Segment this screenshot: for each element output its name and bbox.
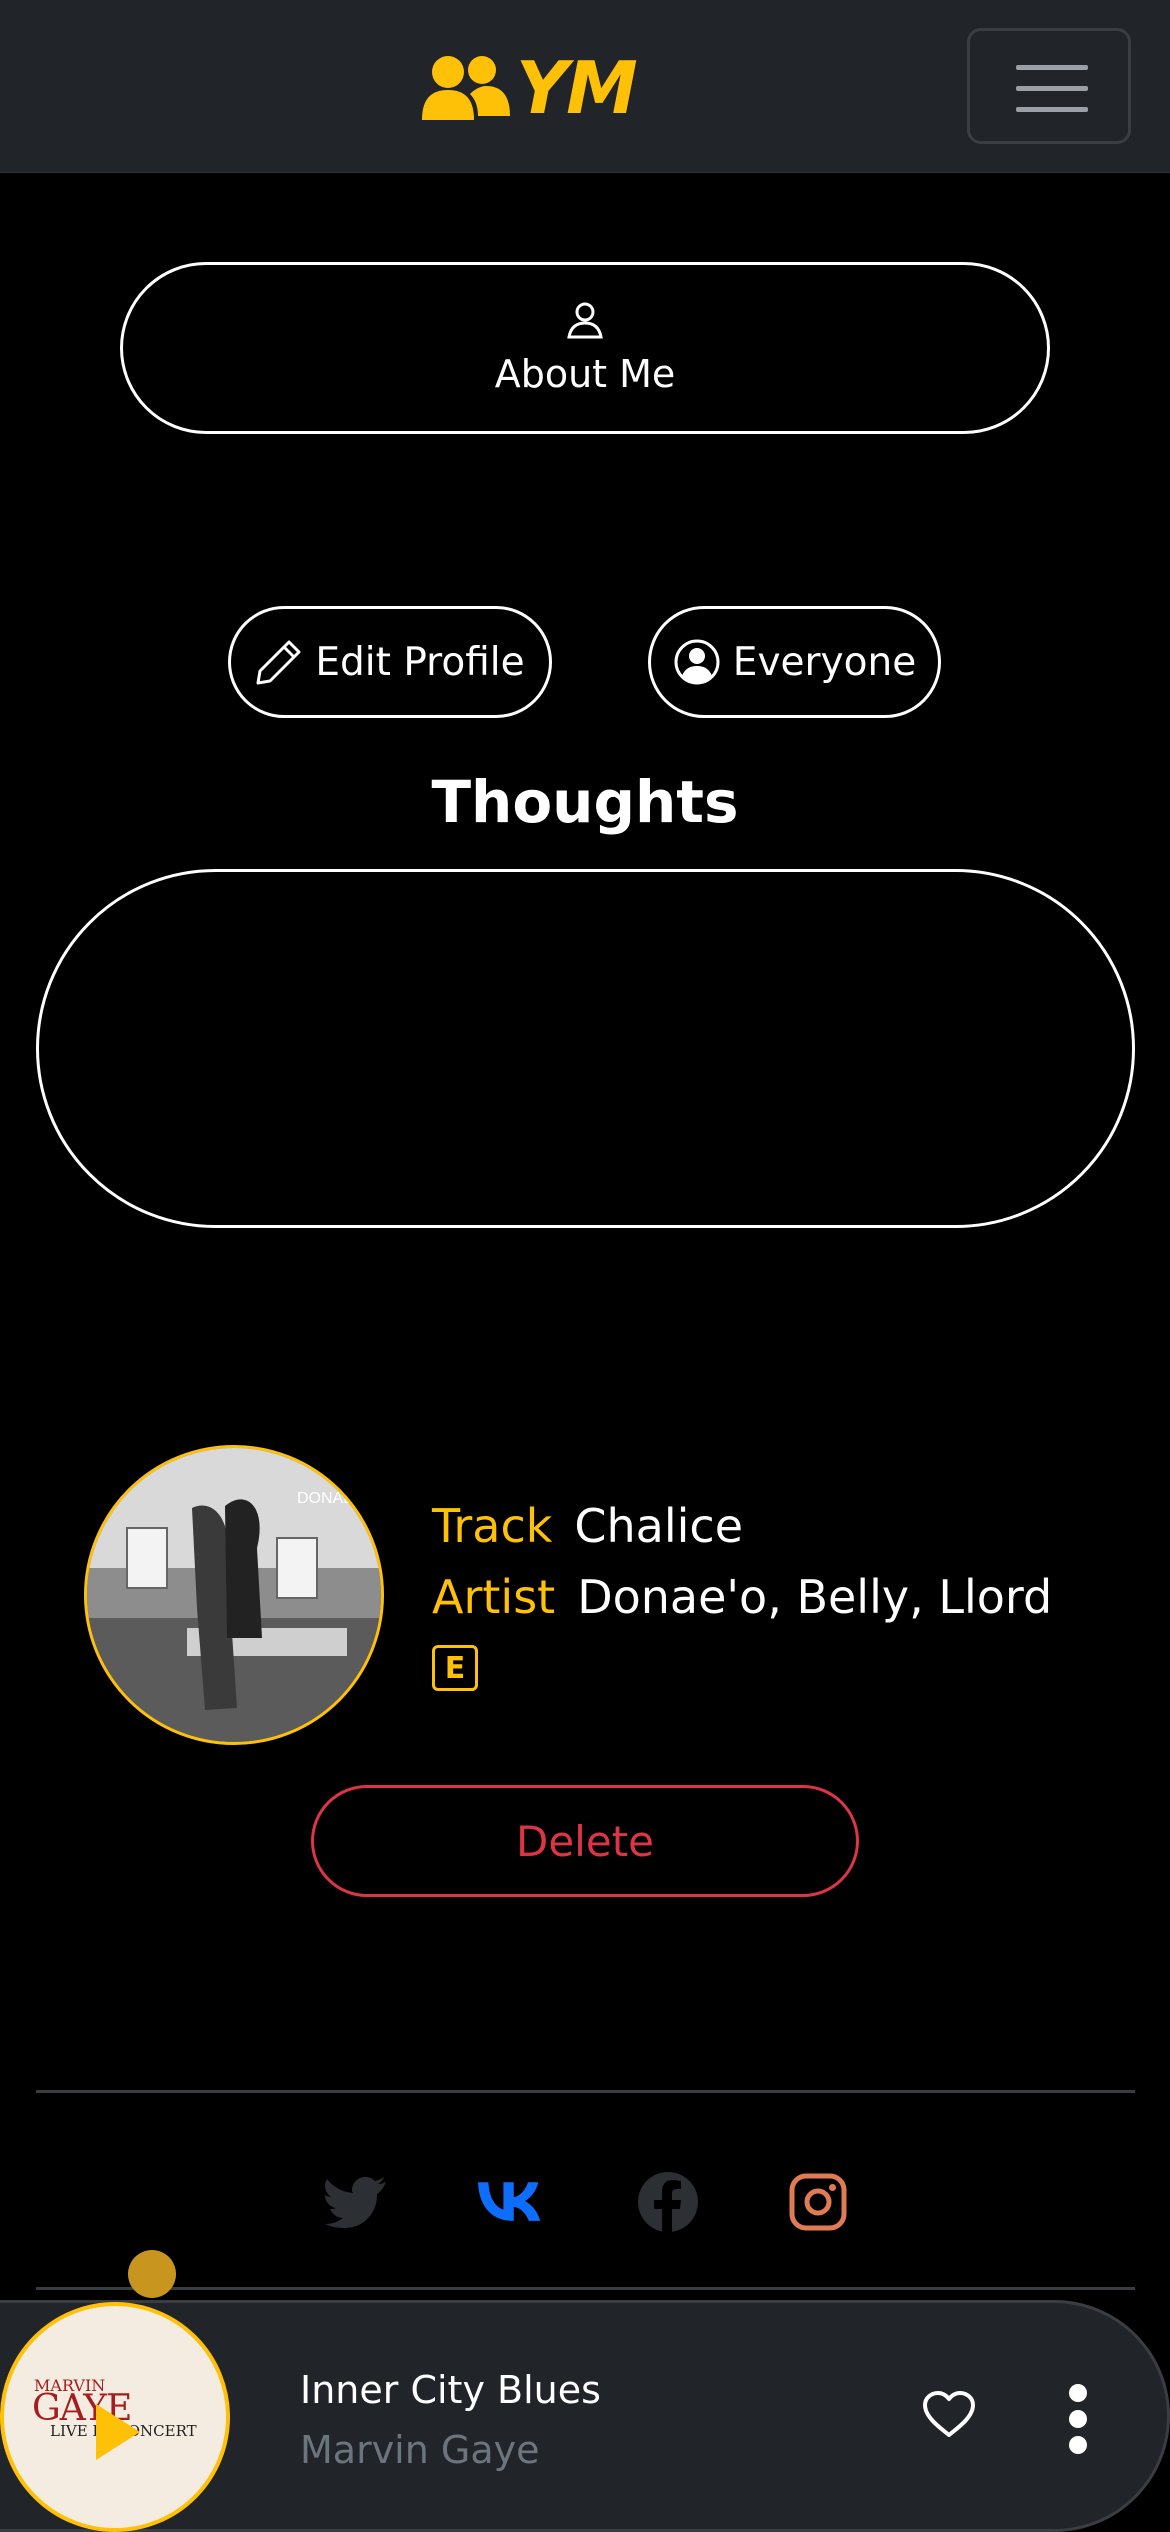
about-me-button[interactable]: About Me bbox=[120, 262, 1050, 434]
hamburger-icon bbox=[1016, 65, 1088, 70]
song-title: Inner City Blues bbox=[300, 2368, 601, 2412]
footer-divider-bottom bbox=[36, 2287, 1135, 2290]
vk-icon[interactable] bbox=[478, 2170, 542, 2234]
artist-value: Donae'o, Belly, Llord bbox=[577, 1570, 1053, 1624]
svg-text:DONAE: DONAE bbox=[297, 1490, 354, 1507]
heart-icon[interactable] bbox=[922, 2390, 976, 2442]
thoughts-heading: Thoughts bbox=[431, 768, 739, 836]
track-key: Track bbox=[432, 1499, 553, 1553]
person-icon bbox=[567, 302, 603, 339]
person-circle-icon bbox=[674, 639, 720, 685]
thoughts-textarea[interactable] bbox=[36, 869, 1135, 1228]
track-value: Chalice bbox=[574, 1499, 743, 1553]
play-icon[interactable] bbox=[96, 2404, 140, 2460]
artist-name-row: Artist Donae'o, Belly, Llord bbox=[432, 1574, 1052, 1620]
footer-divider-top bbox=[36, 2090, 1135, 2093]
twitter-icon[interactable] bbox=[324, 2170, 388, 2234]
instagram-icon[interactable] bbox=[786, 2170, 850, 2234]
progress-handle[interactable] bbox=[128, 2250, 176, 2298]
visibility-label: Everyone bbox=[732, 639, 917, 685]
track-name-row: Track Chalice bbox=[432, 1503, 743, 1549]
explicit-badge: E bbox=[432, 1645, 478, 1691]
album-art-play-button[interactable]: MARVIN GAYE LIVE IN CONCERT bbox=[0, 2302, 230, 2532]
song-artist: Marvin Gaye bbox=[300, 2428, 540, 2472]
navbar: YM bbox=[0, 0, 1170, 173]
kebab-icon[interactable] bbox=[1062, 2382, 1096, 2456]
edit-profile-label: Edit Profile bbox=[315, 639, 525, 685]
menu-toggle-button[interactable] bbox=[967, 28, 1131, 144]
users-icon bbox=[422, 56, 510, 120]
brand-text: YM bbox=[516, 46, 638, 130]
track-cover-image: DONAE bbox=[84, 1445, 384, 1745]
pencil-icon bbox=[256, 640, 301, 685]
edit-profile-button[interactable]: Edit Profile bbox=[228, 606, 552, 718]
artist-key: Artist bbox=[432, 1570, 556, 1624]
about-me-label: About Me bbox=[494, 352, 676, 396]
visibility-everyone-button[interactable]: Everyone bbox=[648, 606, 941, 718]
delete-track-button[interactable]: Delete bbox=[311, 1785, 859, 1897]
facebook-icon[interactable] bbox=[636, 2170, 700, 2234]
brand-logo[interactable]: YM bbox=[420, 46, 638, 130]
